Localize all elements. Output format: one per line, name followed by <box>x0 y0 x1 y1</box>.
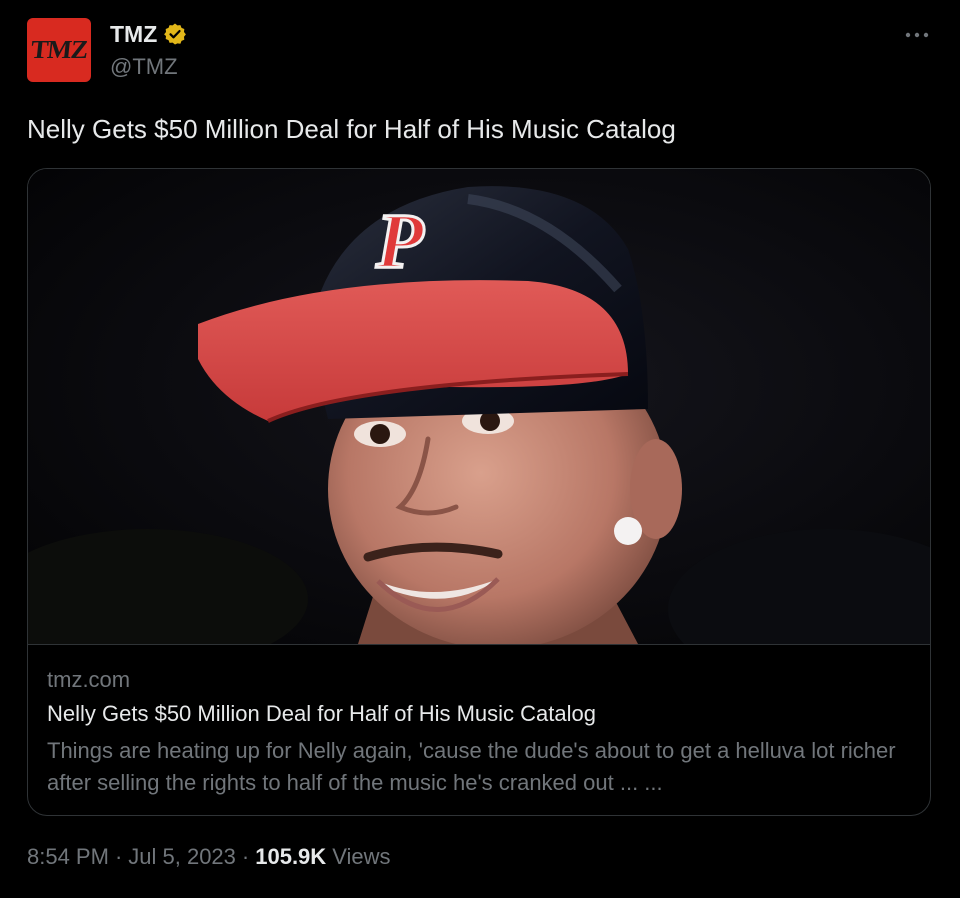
more-horizontal-icon <box>905 32 929 38</box>
card-title: Nelly Gets $50 Million Deal for Half of … <box>47 701 596 726</box>
tweet-text: Nelly Gets $50 Million Deal for Half of … <box>27 114 676 144</box>
more-options-button[interactable] <box>902 20 932 50</box>
card-image[interactable]: P <box>28 169 930 644</box>
avatar[interactable]: TMZ <box>27 18 91 82</box>
card-divider <box>28 644 930 645</box>
verified-badge-icon[interactable] <box>163 22 187 46</box>
meta-separator: · <box>114 844 123 869</box>
card-domain: tmz.com <box>47 667 131 692</box>
meta-separator: · <box>241 844 250 869</box>
tweet-meta: 8:54 PM · Jul 5, 2023 · 105.9K Views <box>27 844 390 870</box>
avatar-logo-text: TMZ <box>29 35 89 64</box>
views-label: Views <box>332 844 391 869</box>
svg-text:P: P <box>375 197 425 284</box>
card-description: Things are heating up for Nelly again, '… <box>47 738 896 795</box>
display-name[interactable]: TMZ <box>110 21 157 48</box>
views-count: 105.9K <box>255 844 327 869</box>
author-name-row: TMZ <box>110 20 187 48</box>
link-card[interactable]: P tmz.com Nelly Gets $50 Million Deal fo… <box>27 168 931 816</box>
tweet-time[interactable]: 8:54 PM <box>27 844 109 870</box>
handle[interactable]: @TMZ <box>110 54 178 80</box>
tweet: TMZ TMZ @TMZ Nelly Gets $50 Million Deal… <box>0 0 960 898</box>
tweet-date[interactable]: Jul 5, 2023 <box>128 844 236 870</box>
